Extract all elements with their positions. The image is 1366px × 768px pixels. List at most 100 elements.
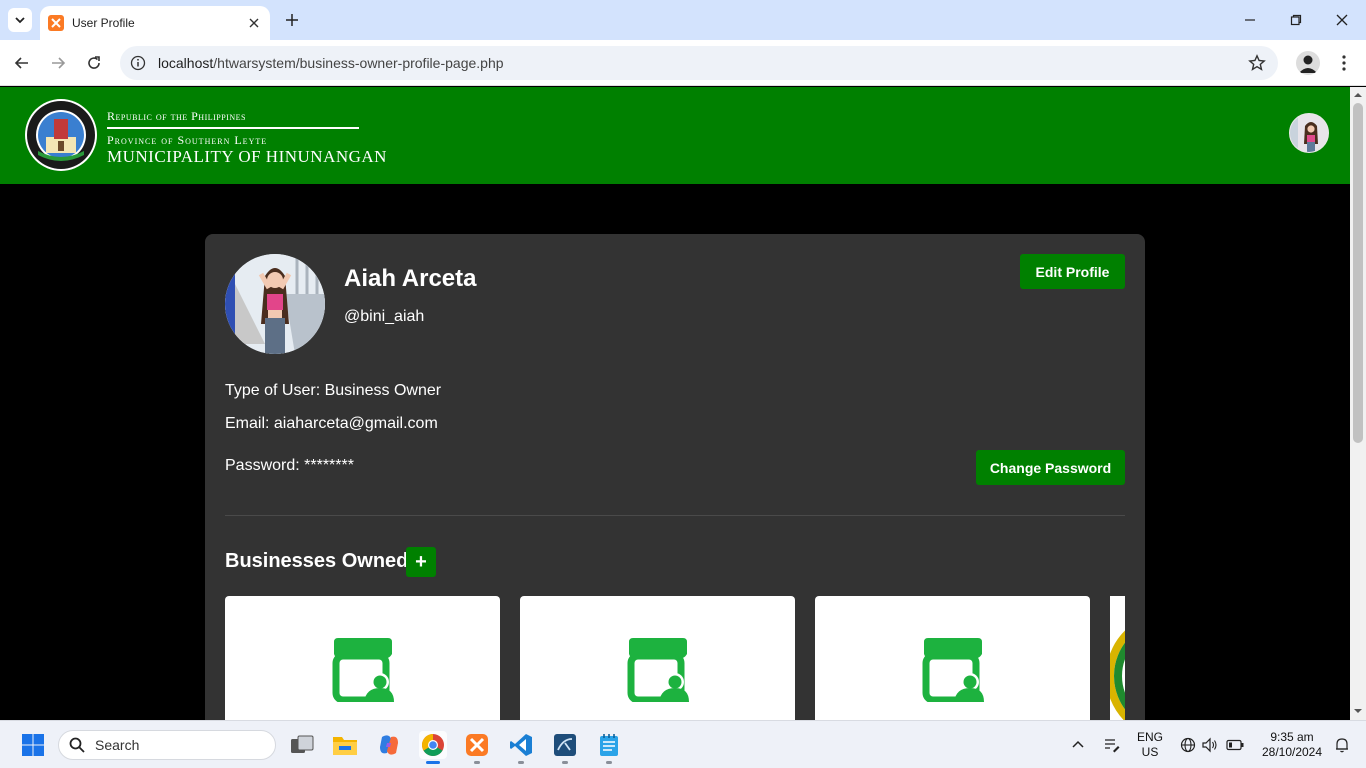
browser-profile-avatar[interactable] <box>1296 51 1320 75</box>
folder-icon <box>333 737 357 755</box>
municipal-seal-logo[interactable] <box>24 97 98 173</box>
url-text[interactable]: localhost/htwarsystem/business-owner-pro… <box>158 55 504 71</box>
taskbar-search[interactable]: Search <box>58 730 276 760</box>
restore-icon <box>1290 14 1302 26</box>
bookmark-star-icon[interactable] <box>1248 54 1266 72</box>
tab-close-icon[interactable] <box>246 15 262 31</box>
network-button[interactable] <box>1176 731 1200 759</box>
chevron-down-icon <box>15 17 25 24</box>
copilot-button[interactable] <box>375 731 403 759</box>
minimize-button[interactable] <box>1240 10 1260 30</box>
clock-time: 9:35 am <box>1270 730 1314 744</box>
forward-button[interactable] <box>46 51 70 75</box>
edit-profile-button[interactable]: Edit Profile <box>1020 254 1125 289</box>
user-avatar[interactable] <box>1289 113 1329 153</box>
email-text: Email: aiaharceta@gmail.com <box>225 415 438 432</box>
page-scrollbar[interactable] <box>1350 87 1366 720</box>
xampp-icon <box>466 734 488 756</box>
clock-date: 28/10/2024 <box>1261 745 1323 759</box>
page-viewport: Republic of the Philippines Province of … <box>0 87 1350 720</box>
battery-icon <box>1226 739 1244 751</box>
browser-tab-strip: User Profile <box>0 0 1366 40</box>
tab-title: User Profile <box>72 16 135 30</box>
windows-logo-icon <box>22 734 44 756</box>
copilot-icon <box>380 735 398 755</box>
keyboard-layout: US <box>1141 745 1159 759</box>
clock[interactable]: 9:35 am 28/10/2024 <box>1256 730 1328 760</box>
bell-icon <box>1336 738 1348 753</box>
business-card[interactable] <box>1110 596 1125 720</box>
xampp-taskbar-button[interactable] <box>463 731 491 759</box>
pen-menu-icon <box>1105 739 1120 753</box>
address-bar[interactable]: localhost/htwarsystem/business-owner-pro… <box>120 46 1278 80</box>
running-indicator <box>474 761 480 764</box>
brand-line-1: Republic of the Philippines <box>107 109 246 123</box>
notepad-taskbar-button[interactable] <box>595 731 623 759</box>
battery-button[interactable] <box>1223 731 1247 759</box>
running-indicator <box>562 761 568 764</box>
brand-line-3: MUNICIPALITY OF HINUNANGAN <box>107 147 387 166</box>
restore-button[interactable] <box>1286 10 1306 30</box>
store-owner-icon <box>332 638 394 702</box>
speaker-icon <box>1202 737 1217 753</box>
active-app-indicator <box>426 761 440 764</box>
mysql-workbench-icon <box>554 734 576 756</box>
search-icon <box>69 737 85 753</box>
running-indicator <box>518 761 524 764</box>
file-explorer-button[interactable] <box>331 731 359 759</box>
change-password-button[interactable]: Change Password <box>976 450 1125 485</box>
brand-line-2: Province of Southern Leyte <box>107 133 268 147</box>
back-button[interactable] <box>10 51 34 75</box>
globe-network-icon <box>1180 737 1196 753</box>
running-indicator <box>606 761 612 764</box>
pen-menu-button[interactable] <box>1100 731 1124 759</box>
scroll-down-icon[interactable] <box>1354 707 1362 715</box>
windows-taskbar: Search ENG US 9:35 am 28/10/2024 <box>0 720 1366 768</box>
profile-handle: @bini_aiah <box>344 308 425 325</box>
task-view-button[interactable] <box>288 731 316 759</box>
arrow-right-icon <box>52 57 66 69</box>
mysql-workbench-button[interactable] <box>551 731 579 759</box>
business-card[interactable] <box>815 596 1090 720</box>
arrow-left-icon <box>14 57 28 69</box>
site-header: Republic of the Philippines Province of … <box>0 87 1350 184</box>
tab-search-button[interactable] <box>8 8 32 32</box>
password-text: Password: ******** <box>225 457 354 474</box>
minimize-icon <box>1245 19 1255 21</box>
user-type-text: Type of User: Business Owner <box>225 382 442 399</box>
business-card-list <box>225 596 1125 720</box>
language-indicator[interactable]: ENG US <box>1134 730 1166 760</box>
browser-toolbar: localhost/htwarsystem/business-owner-pro… <box>0 40 1366 86</box>
profile-name: Aiah Arceta <box>344 265 477 292</box>
add-business-button[interactable]: + <box>406 547 436 577</box>
new-tab-button[interactable] <box>282 10 302 30</box>
profile-photo <box>225 254 325 354</box>
reload-button[interactable] <box>82 51 106 75</box>
language-code: ENG <box>1136 730 1163 744</box>
municipal-seal-image <box>1110 596 1125 720</box>
volume-button[interactable] <box>1198 731 1222 759</box>
brand-divider <box>107 127 359 129</box>
tray-overflow-button[interactable] <box>1066 731 1090 759</box>
business-card[interactable] <box>520 596 795 720</box>
browser-menu-button[interactable] <box>1334 51 1354 75</box>
close-window-button[interactable] <box>1332 10 1352 30</box>
store-owner-icon <box>627 638 689 702</box>
start-button[interactable] <box>19 731 47 759</box>
task-view-icon <box>291 735 314 753</box>
search-placeholder: Search <box>95 737 140 753</box>
notifications-button[interactable] <box>1330 731 1354 759</box>
tab-user-profile[interactable]: User Profile <box>40 6 270 40</box>
scroll-up-icon[interactable] <box>1354 91 1362 99</box>
site-info-icon[interactable] <box>130 55 146 71</box>
store-owner-icon <box>922 638 984 702</box>
vscode-taskbar-button[interactable] <box>507 731 535 759</box>
chrome-taskbar-button[interactable] <box>419 731 447 759</box>
reload-icon <box>88 56 100 69</box>
scrollbar-thumb[interactable] <box>1353 103 1363 443</box>
section-divider <box>225 515 1125 516</box>
business-card[interactable] <box>225 596 500 720</box>
chevron-up-icon <box>1072 740 1084 748</box>
url-host: localhost <box>158 55 214 71</box>
profile-card: Aiah Arceta @bini_aiah Edit Profile Type… <box>205 234 1145 720</box>
